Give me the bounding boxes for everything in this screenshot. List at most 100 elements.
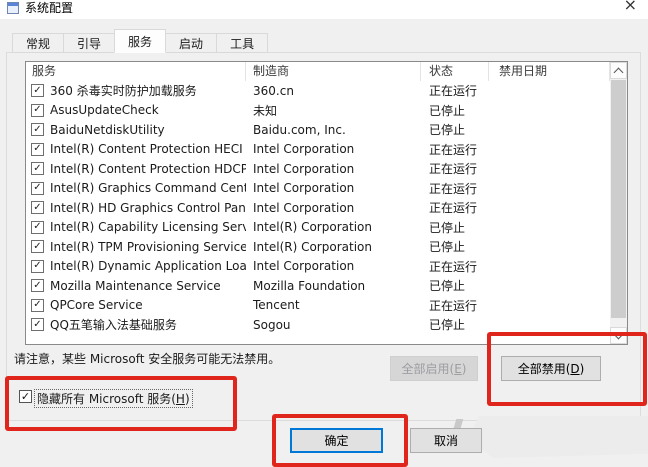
cell-service: ✓ Intel(R) Dynamic Application Loa... [26, 259, 246, 273]
header-status[interactable]: 状态 [421, 62, 489, 81]
chevron-down-icon [613, 329, 624, 339]
cell-vendor: Baidu.com, Inc. [253, 122, 346, 137]
table-row[interactable]: ✓ Intel(R) TPM Provisioning Service Intel(… [26, 237, 627, 257]
cell-vendor: Intel Corporation [253, 200, 355, 215]
service-name: 360 杀毒实时防护加载服务 [50, 84, 197, 99]
scroll-up-button[interactable] [610, 62, 627, 79]
table-row[interactable]: ✓ QPCore Service Tencent 正在运行 [26, 296, 627, 316]
tab-general[interactable]: 常规 [12, 33, 65, 53]
cell-vendor: Intel Corporation [253, 142, 355, 157]
list-header: 服务 制造商 状态 禁用日期 [26, 62, 627, 81]
title-bar: 系统配置 × [0, 0, 648, 19]
header-date[interactable]: 禁用日期 [489, 62, 610, 81]
cell-status: 已停止 [429, 318, 466, 333]
service-name: Intel(R) HD Graphics Control Pan... [50, 200, 246, 215]
service-name: Intel(R) Capability Licensing Servi... [50, 220, 246, 235]
cell-vendor: Intel Corporation [253, 181, 355, 196]
scroll-down-button[interactable] [610, 327, 627, 344]
cell-vendor: Intel Corporation [253, 161, 355, 176]
table-row[interactable]: ✓ QQ五笔输入法基础服务 Sogou 已停止 [26, 315, 627, 335]
table-row[interactable]: ✓ BaiduNetdiskUtility Baidu.com, Inc. 已停止 [26, 120, 627, 140]
service-checkbox[interactable]: ✓ [31, 220, 44, 234]
cell-service: ✓ Intel(R) Content Protection HECI ... [26, 142, 246, 156]
disable-all-mnemonic: D [570, 361, 580, 376]
service-list-body: ✓ 360 杀毒实时防护加载服务 360.cn 正在运行 ✓ AsusUpdateChec… [26, 81, 627, 335]
table-row[interactable]: ✓ Mozilla Maintenance Service Mozilla Foun… [26, 276, 627, 296]
cell-status: 正在运行 [429, 181, 478, 196]
tab-tools[interactable]: 工具 [216, 33, 269, 53]
cell-status: 正在运行 [429, 142, 478, 157]
service-name: QQ五笔输入法基础服务 [50, 318, 177, 333]
table-row[interactable]: ✓ Intel(R) Dynamic Application Loa... Inte… [26, 257, 627, 277]
ok-button[interactable]: 确定 [290, 428, 383, 453]
hide-microsoft-services-checkbox[interactable]: ✓ [19, 390, 32, 403]
service-name: Intel(R) Content Protection HDCP... [50, 161, 246, 176]
tab-boot[interactable]: 引导 [63, 33, 116, 53]
table-row[interactable]: ✓ Intel(R) Content Protection HECI ... Int… [26, 140, 627, 160]
cell-vendor: Sogou [253, 317, 291, 332]
cell-status: 正在运行 [429, 84, 478, 99]
cell-status: 已停止 [429, 279, 466, 294]
cell-service: ✓ Intel(R) Graphics Command Cent... [26, 181, 246, 195]
tab-startup[interactable]: 启动 [165, 33, 218, 53]
table-row[interactable]: ✓ Intel(R) Capability Licensing Servi... I… [26, 218, 627, 238]
app-icon [7, 2, 19, 14]
service-checkbox[interactable]: ✓ [31, 298, 44, 312]
cell-status: 正在运行 [429, 298, 478, 313]
table-row[interactable]: ✓ Intel(R) HD Graphics Control Pan... Inte… [26, 198, 627, 218]
table-row[interactable]: ✓ Intel(R) Graphics Command Cent... Intel … [26, 179, 627, 199]
window-title: 系统配置 [25, 1, 74, 15]
cell-vendor: Intel(R) Corporation [253, 220, 372, 235]
cell-service: ✓ Intel(R) Content Protection HDCP... [26, 162, 246, 176]
service-checkbox[interactable]: ✓ [31, 259, 44, 273]
service-checkbox[interactable]: ✓ [31, 201, 44, 215]
header-service[interactable]: 服务 [26, 62, 246, 81]
service-checkbox[interactable]: ✓ [31, 240, 44, 254]
enable-all-label: 全部启用( [401, 362, 455, 376]
service-name: Intel(R) TPM Provisioning Service [50, 239, 246, 254]
chevron-up-icon [613, 67, 624, 77]
service-checkbox[interactable]: ✓ [31, 103, 44, 117]
hide-ms-label-end: ) [184, 392, 190, 406]
service-checkbox[interactable]: ✓ [31, 142, 44, 156]
disable-all-button[interactable]: 全部禁用(D) [501, 356, 601, 381]
cell-status: 正在运行 [429, 162, 478, 177]
service-checkbox[interactable]: ✓ [31, 162, 44, 176]
close-icon[interactable]: × [624, 0, 637, 13]
table-row[interactable]: ✓ AsusUpdateCheck 未知 已停止 [26, 101, 627, 121]
cell-status: 正在运行 [429, 201, 478, 216]
watermark-speck [453, 419, 464, 428]
cell-service: ✓ QPCore Service [26, 298, 246, 312]
table-row[interactable]: ✓ Intel(R) Content Protection HDCP... Inte… [26, 159, 627, 179]
tab-strip: 常规 引导 服务 启动 工具 [12, 29, 269, 53]
hide-ms-label-text: 隐藏所有 Microsoft 服务( [37, 392, 176, 406]
cell-vendor: Tencent [253, 298, 300, 313]
vertical-scrollbar[interactable] [610, 62, 627, 344]
table-row[interactable]: ✓ 360 杀毒实时防护加载服务 360.cn 正在运行 [26, 81, 627, 101]
cell-vendor: Intel(R) Corporation [253, 239, 372, 254]
service-checkbox[interactable]: ✓ [31, 123, 44, 137]
cancel-button[interactable]: 取消 [410, 428, 482, 453]
service-name: Intel(R) Dynamic Application Loa... [50, 259, 246, 274]
service-checkbox[interactable]: ✓ [31, 181, 44, 195]
enable-all-button: 全部启用(E) [390, 356, 478, 381]
tab-services[interactable]: 服务 [114, 29, 167, 53]
cell-service: ✓ AsusUpdateCheck [26, 103, 246, 117]
service-checkbox[interactable]: ✓ [31, 318, 44, 332]
service-name: BaiduNetdiskUtility [50, 122, 165, 137]
services-list[interactable]: 服务 制造商 状态 禁用日期 ✓ 360 杀毒实时防护加载服务 360.cn 正在运行… [25, 61, 628, 345]
cell-service: ✓ Intel(R) TPM Provisioning Service [26, 240, 246, 254]
hide-ms-mnemonic: H [175, 392, 185, 406]
cell-status: 已停止 [429, 220, 466, 235]
cell-service: ✓ QQ五笔输入法基础服务 [26, 316, 246, 333]
service-checkbox[interactable]: ✓ [31, 279, 44, 293]
service-checkbox[interactable]: ✓ [31, 84, 44, 98]
cell-service: ✓ BaiduNetdiskUtility [26, 123, 246, 137]
service-name: Intel(R) Content Protection HECI ... [50, 142, 246, 157]
enable-all-label-end: ) [461, 361, 467, 376]
scroll-thumb[interactable] [611, 80, 626, 318]
cell-vendor: Mozilla Foundation [253, 278, 366, 293]
hide-microsoft-services-label[interactable]: 隐藏所有 Microsoft 服务(H) [34, 389, 193, 408]
enable-all-mnemonic: E [454, 361, 462, 376]
header-vendor[interactable]: 制造商 [246, 62, 421, 81]
